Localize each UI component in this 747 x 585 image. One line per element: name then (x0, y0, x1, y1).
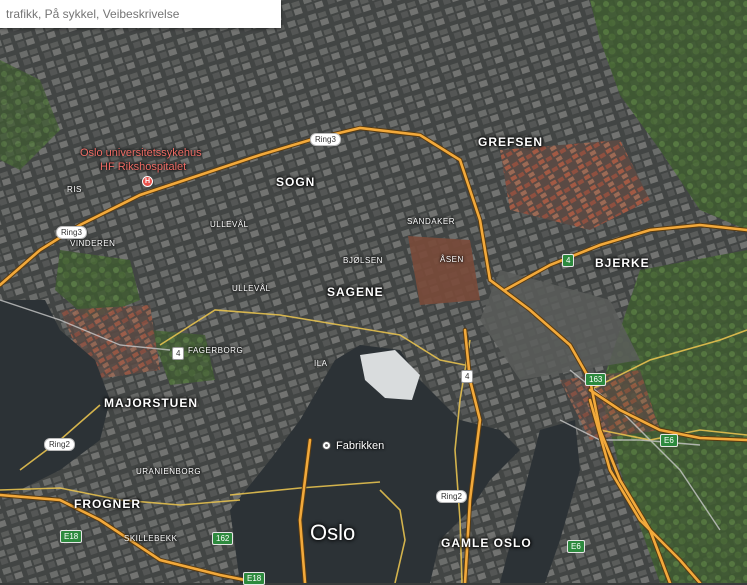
search-box[interactable] (0, 0, 281, 28)
shield-road-4-west: 4 (172, 347, 185, 360)
rail-yard (408, 236, 480, 305)
shield-ring2-south: Ring2 (436, 490, 467, 503)
place-pin-icon[interactable] (322, 441, 331, 450)
satellite-map[interactable] (0, 0, 747, 583)
shield-e6-east: E6 (660, 434, 678, 447)
search-input[interactable] (0, 0, 281, 28)
shield-ring3-west: Ring3 (56, 226, 87, 239)
shield-road-4-central: 4 (461, 370, 474, 383)
shield-road-162: 162 (212, 532, 234, 545)
shield-road-4-bjerke: 4 (562, 254, 575, 267)
shield-ring2-west: Ring2 (44, 438, 75, 451)
shield-road-163: 163 (585, 373, 607, 386)
shield-ring3-north: Ring3 (310, 133, 341, 146)
shield-e18-west: E18 (60, 530, 83, 543)
hospital-icon[interactable]: H (142, 176, 153, 187)
shield-e6-south: E6 (567, 540, 585, 553)
shield-e18-south: E18 (243, 572, 266, 585)
